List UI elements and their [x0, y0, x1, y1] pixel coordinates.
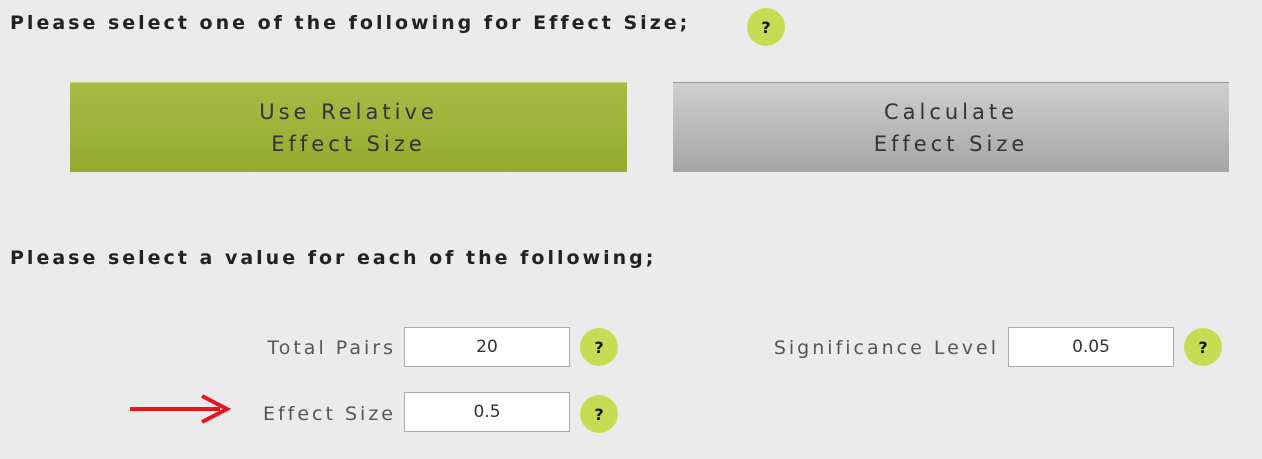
significance-level-label: Significance Level [773, 337, 999, 359]
use-relative-effect-size-line2: Effect Size [271, 131, 426, 156]
effect-size-input[interactable] [404, 392, 570, 432]
effect-size-label: Effect Size [262, 403, 396, 425]
effect-size-help-icon[interactable]: ? [747, 8, 785, 46]
significance-level-input[interactable] [1008, 327, 1174, 367]
effect-size-heading: Please select one of the following for E… [10, 12, 691, 34]
effect-size-field-help-icon[interactable]: ? [580, 395, 618, 433]
total-pairs-input[interactable] [404, 327, 570, 367]
significance-level-help-icon[interactable]: ? [1184, 328, 1222, 366]
calculate-effect-size-line1: Calculate [883, 99, 1019, 124]
total-pairs-help-icon[interactable]: ? [580, 328, 618, 366]
calculate-effect-size-button[interactable]: Calculate Effect Size [673, 82, 1229, 172]
total-pairs-label: Total Pairs [267, 337, 396, 359]
annotation-arrow-icon [130, 394, 232, 424]
use-relative-effect-size-button[interactable]: Use Relative Effect Size [70, 82, 627, 172]
values-heading: Please select a value for each of the fo… [10, 247, 657, 269]
use-relative-effect-size-line1: Use Relative [259, 99, 438, 124]
calculate-effect-size-line2: Effect Size [873, 131, 1029, 156]
